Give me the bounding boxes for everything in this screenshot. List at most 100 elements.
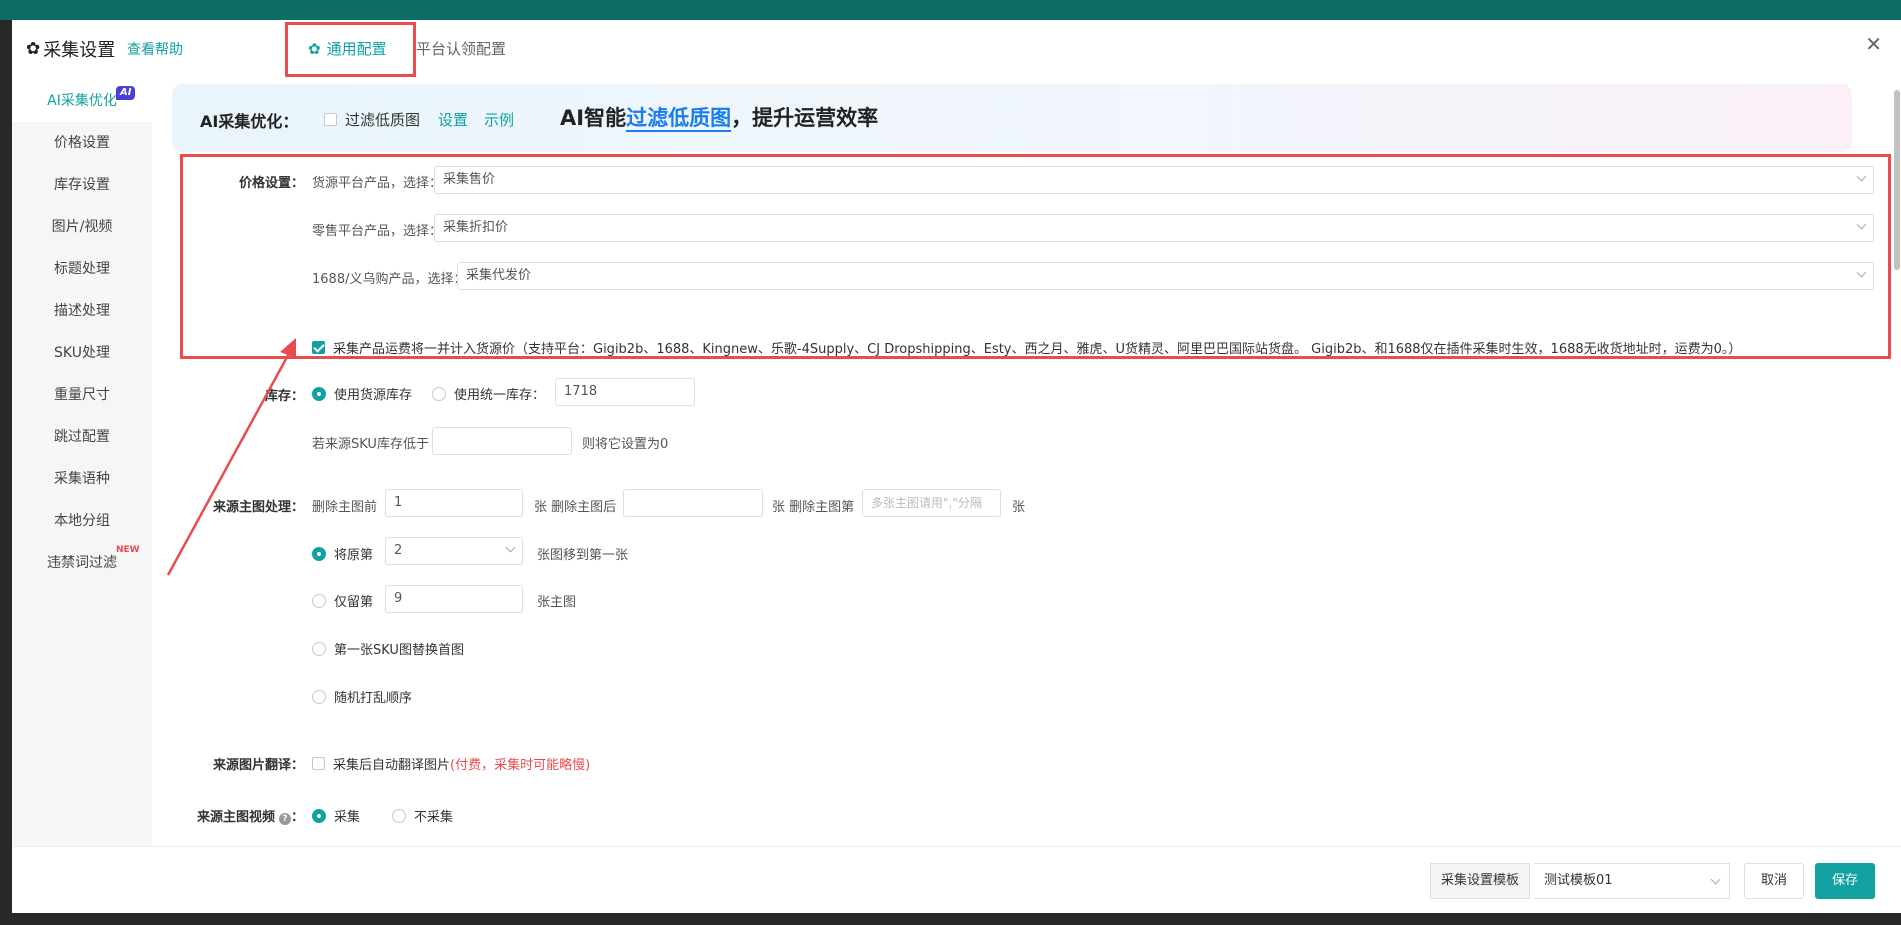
help-icon[interactable]: ? [278, 813, 291, 825]
del-back-input[interactable] [623, 489, 763, 517]
dialog-title-text: 采集设置 [43, 40, 116, 61]
sidebar-item-stock[interactable]: 库存设置 [12, 164, 152, 206]
filter-low-quality-checkbox[interactable]: 过滤低质图 [324, 109, 420, 130]
ai-settings-link[interactable]: 设置 [438, 109, 468, 130]
slogan-suffix: ，提升运营效率 [731, 106, 879, 130]
radio-circle[interactable] [312, 593, 326, 608]
price-source-select[interactable]: 采集售价 [434, 166, 1874, 194]
price-1688-value: 采集代发价 [466, 268, 532, 283]
sidebar-item-label: 采集语种 [54, 471, 110, 487]
sidebar-item-label: 违禁词过滤 [47, 555, 117, 571]
save-button[interactable]: 保存 [1815, 863, 1875, 899]
radio-circle[interactable] [312, 641, 326, 656]
sidebar-item-label: 图片/视频 [51, 219, 113, 235]
chevron-down-icon [1710, 874, 1721, 885]
tab-platform-config[interactable]: 平台认领配置 [416, 38, 506, 59]
del-nth-unit: 张 [1012, 500, 1026, 515]
move-image-radio[interactable]: 将原第 [312, 544, 373, 563]
close-icon[interactable]: ✕ [1865, 32, 1882, 56]
shipping-include-checkbox[interactable]: 采集产品运费将一并计入货源价（支持平台：Gigib2b、1688、Kingnew… [312, 338, 1741, 357]
tab-platform-label: 平台认领配置 [416, 40, 507, 58]
keep-image-radio[interactable]: 仅留第 [312, 591, 373, 610]
gear-icon: ✿ [308, 40, 321, 58]
stock-low-prefix: 若来源SKU库存低于 [312, 437, 429, 452]
sku-first-radio[interactable]: 第一张SKU图替换首图 [312, 639, 464, 658]
move-image-select[interactable]: 2 [385, 537, 523, 565]
sidebar-item-label: 重量尺寸 [54, 387, 110, 403]
sidebar-item-label: 描述处理 [54, 303, 110, 319]
help-link[interactable]: 查看帮助 [127, 39, 183, 59]
radio-circle[interactable] [312, 546, 326, 561]
tab-general-config[interactable]: ✿ 通用配置 [308, 38, 387, 59]
gear-icon: ✿ [26, 39, 41, 59]
sidebar-item-sku[interactable]: SKU处理 [12, 332, 152, 374]
radio-circle[interactable] [312, 808, 326, 823]
shipping-include-text: 采集产品运费将一并计入货源价（支持平台：Gigib2b、1688、Kingnew… [333, 342, 1742, 357]
stock-unified-radio[interactable]: 使用统一库存： [432, 384, 545, 403]
price-row-1688-label: 1688/义乌购产品，选择： [312, 272, 467, 287]
del-nth-input[interactable]: 多张主图请用","分隔 [862, 489, 1001, 517]
sidebar-item-banned-words[interactable]: 违禁词过滤 NEW [12, 542, 152, 584]
sidebar-item-weight-size[interactable]: 重量尺寸 [12, 374, 152, 416]
move-image-suffix: 张图移到第一张 [537, 548, 629, 563]
stock-low-suffix: 则将它设置为0 [582, 437, 669, 452]
auto-translate-checkbox[interactable]: 采集后自动翻译图片 (付费，采集时可能略慢) [312, 754, 590, 773]
price-1688-select[interactable]: 采集代发价 [457, 262, 1874, 290]
del-front-unit: 张 删除主图后 [534, 500, 617, 515]
ai-badge: AI [116, 86, 136, 100]
radio-circle[interactable] [312, 386, 326, 401]
price-row-retail-label: 零售平台产品，选择： [312, 224, 443, 239]
checkbox-box[interactable] [312, 341, 325, 354]
sidebar-item-label: 价格设置 [54, 135, 110, 151]
stock-source-label: 使用货源库存 [334, 388, 413, 403]
sidebar-item-label: 标题处理 [54, 261, 110, 277]
checkbox-box[interactable] [312, 757, 325, 770]
keep-image-label: 仅留第 [334, 595, 374, 610]
sidebar-item-label: 跳过配置 [54, 429, 110, 445]
sidebar-item-local-group[interactable]: 本地分组 [12, 500, 152, 542]
sidebar-item-title[interactable]: 标题处理 [12, 248, 152, 290]
sidebar-item-skip[interactable]: 跳过配置 [12, 416, 152, 458]
keep-image-suffix: 张主图 [537, 595, 577, 610]
chevron-down-icon [1856, 171, 1867, 182]
sidebar-item-language[interactable]: 采集语种 [12, 458, 152, 500]
price-row-source-label: 货源平台产品，选择： [312, 176, 443, 191]
sidebar-item-description[interactable]: 描述处理 [12, 290, 152, 332]
translate-label: 来源图片翻译： [212, 758, 304, 773]
translate-note: (付费，采集时可能略慢) [450, 758, 591, 773]
cancel-button[interactable]: 取消 [1744, 863, 1804, 899]
chevron-down-icon [1856, 219, 1867, 230]
sidebar-item-price[interactable]: 价格设置 [12, 122, 152, 164]
shuffle-label: 随机打乱顺序 [334, 691, 413, 706]
sidebar-item-ai-optimize[interactable]: AI采集优化 AI [12, 80, 152, 122]
ai-optimize-label: AI采集优化： [200, 112, 299, 131]
stock-unified-input[interactable]: 1718 [555, 378, 695, 406]
ai-demo-link[interactable]: 示例 [484, 109, 514, 130]
keep-image-input[interactable]: 9 [385, 585, 523, 613]
sidebar-item-image-video[interactable]: 图片/视频 [12, 206, 152, 248]
radio-circle[interactable] [312, 689, 326, 704]
video-collect-radio[interactable]: 采集 [312, 806, 360, 825]
checkbox-box[interactable] [324, 113, 337, 126]
settings-sidebar: AI采集优化 AI 价格设置 库存设置 图片/视频 标题处理 描述处理 SKU处… [12, 80, 152, 870]
filter-low-quality-label: 过滤低质图 [345, 111, 421, 129]
stock-unified-label: 使用统一库存： [454, 388, 546, 403]
sku-first-label: 第一张SKU图替换首图 [334, 643, 464, 658]
chevron-down-icon [1856, 267, 1867, 278]
content-scrollbar[interactable] [1894, 90, 1900, 270]
sidebar-item-label: 本地分组 [54, 513, 110, 529]
radio-circle[interactable] [432, 386, 446, 401]
stock-low-input[interactable] [432, 427, 572, 455]
dialog-title: ✿ 采集设置 [26, 36, 115, 62]
template-select[interactable]: 测试模板01 [1534, 863, 1730, 899]
video-skip-radio[interactable]: 不采集 [392, 806, 453, 825]
price-retail-select[interactable]: 采集折扣价 [434, 214, 1874, 242]
del-front-input[interactable]: 1 [385, 489, 523, 517]
stock-label: 库存： [264, 389, 304, 404]
shuffle-radio[interactable]: 随机打乱顺序 [312, 687, 412, 706]
radio-circle[interactable] [392, 808, 406, 823]
label-colon: ： [290, 810, 304, 825]
dialog-header: ✿ 采集设置 查看帮助 ✿ 通用配置 平台认领配置 ✕ [12, 20, 1901, 80]
auto-translate-text: 采集后自动翻译图片 [333, 758, 451, 773]
stock-source-radio[interactable]: 使用货源库存 [312, 384, 412, 403]
